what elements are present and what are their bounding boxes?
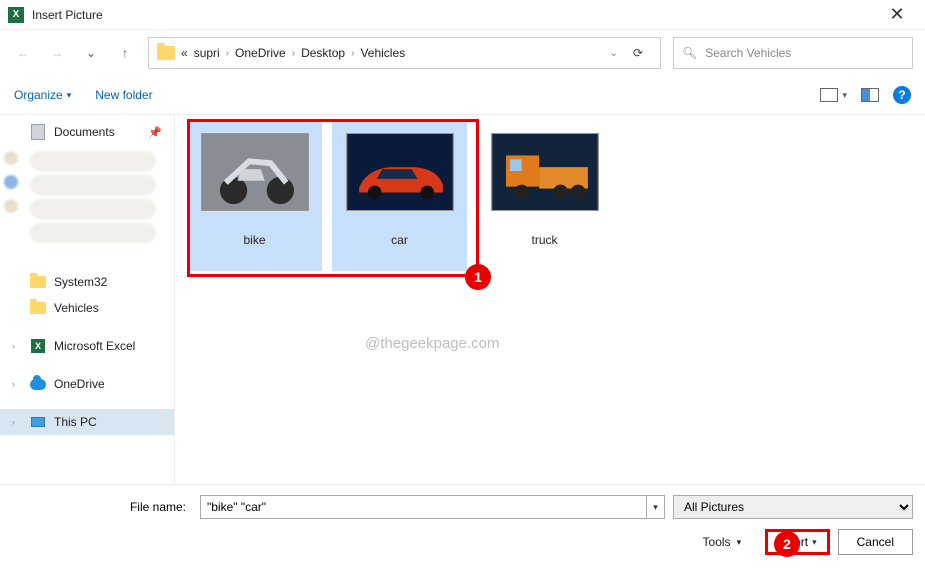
sidebar-item-vehicles[interactable]: Vehicles bbox=[0, 295, 174, 321]
thumbnail bbox=[346, 133, 454, 211]
navigation-pane: Documents 📌 System32 Vehicles › X Micros… bbox=[0, 115, 175, 484]
thumbnail bbox=[491, 133, 599, 211]
breadcrumb-item[interactable]: OneDrive bbox=[235, 46, 286, 60]
file-name: truck bbox=[531, 233, 557, 247]
forward-button[interactable]: → bbox=[46, 42, 68, 64]
chevron-down-icon: ▾ bbox=[67, 90, 72, 101]
breadcrumb-prefix: « bbox=[181, 46, 188, 60]
sidebar-item-documents[interactable]: Documents 📌 bbox=[0, 119, 174, 145]
view-icon bbox=[820, 88, 838, 102]
thumbnail bbox=[201, 133, 309, 211]
organize-label: Organize bbox=[14, 88, 63, 102]
view-mode-button[interactable]: ▾ bbox=[820, 88, 847, 102]
filename-dropdown[interactable]: ▾ bbox=[647, 495, 665, 519]
sidebar-item-label: System32 bbox=[54, 275, 107, 289]
sidebar-item-label: Microsoft Excel bbox=[54, 339, 135, 353]
title-bar: X Insert Picture ✕ bbox=[0, 0, 925, 30]
monitor-icon bbox=[31, 417, 45, 427]
chevron-right-icon: › bbox=[351, 48, 354, 59]
organize-menu[interactable]: Organize ▾ bbox=[14, 88, 71, 102]
chevron-down-icon: ▾ bbox=[812, 537, 817, 548]
breadcrumb-item[interactable]: Vehicles bbox=[360, 46, 405, 60]
sidebar-item-label: This PC bbox=[54, 415, 97, 429]
blurred-item bbox=[30, 223, 156, 243]
breadcrumb-item[interactable]: supri bbox=[194, 46, 220, 60]
address-bar[interactable]: « supri › OneDrive › Desktop › Vehicles … bbox=[148, 37, 661, 69]
filename-input[interactable] bbox=[200, 495, 647, 519]
file-list[interactable]: 1 bike car truck @thegeekpage.c bbox=[175, 115, 925, 484]
sidebar-item-label: Documents bbox=[54, 125, 115, 139]
folder-icon bbox=[30, 276, 46, 288]
tools-label: Tools bbox=[703, 535, 731, 549]
file-item-car[interactable]: car bbox=[332, 121, 467, 271]
annotation-callout: 1 bbox=[465, 264, 491, 290]
window-title: Insert Picture bbox=[32, 8, 103, 22]
blurred-item bbox=[30, 199, 156, 219]
breadcrumb-item[interactable]: Desktop bbox=[301, 46, 345, 60]
recent-dropdown[interactable]: ⌄ bbox=[80, 42, 102, 64]
chevron-right-icon: › bbox=[12, 341, 22, 351]
file-item-truck[interactable]: truck bbox=[477, 121, 612, 271]
sidebar-item-excel[interactable]: › X Microsoft Excel bbox=[0, 333, 174, 359]
file-name: bike bbox=[243, 233, 265, 247]
watermark: @thegeekpage.com bbox=[365, 335, 499, 352]
chevron-right-icon: › bbox=[226, 48, 229, 59]
excel-app-icon: X bbox=[8, 7, 24, 23]
nav-bar: ← → ⌄ ↑ « supri › OneDrive › Desktop › V… bbox=[0, 30, 925, 76]
chevron-right-icon: › bbox=[12, 417, 22, 427]
chevron-down-icon: ▾ bbox=[737, 537, 742, 548]
sidebar-item-system32[interactable]: System32 bbox=[0, 269, 174, 295]
sidebar-item-thispc[interactable]: › This PC bbox=[0, 409, 174, 435]
new-folder-button[interactable]: New folder bbox=[95, 88, 152, 102]
folder-icon bbox=[157, 46, 175, 60]
blurred-item bbox=[30, 175, 156, 195]
search-icon: 🔍︎ bbox=[682, 46, 697, 60]
refresh-button[interactable]: ⟳ bbox=[624, 46, 652, 60]
annotation-callout: 2 bbox=[774, 531, 800, 557]
excel-icon: X bbox=[31, 339, 45, 353]
dialog-footer: File name: ▾ All Pictures Tools ▾ Insert… bbox=[0, 484, 925, 555]
file-item-bike[interactable]: bike bbox=[187, 121, 322, 271]
help-button[interactable]: ? bbox=[893, 86, 911, 104]
cancel-label: Cancel bbox=[857, 535, 894, 549]
tools-menu[interactable]: Tools ▾ bbox=[703, 535, 742, 549]
chevron-right-icon: › bbox=[12, 379, 22, 389]
filename-label: File name: bbox=[12, 500, 192, 514]
toolbar: Organize ▾ New folder ▾ ? bbox=[0, 76, 925, 114]
cloud-icon bbox=[30, 379, 46, 390]
sidebar-item-label: OneDrive bbox=[54, 377, 105, 391]
cancel-button[interactable]: Cancel bbox=[838, 529, 913, 555]
search-input[interactable]: 🔍︎ Search Vehicles bbox=[673, 37, 913, 69]
documents-icon bbox=[31, 124, 45, 140]
pin-icon: 📌 bbox=[148, 126, 162, 139]
sidebar-item-label: Vehicles bbox=[54, 301, 99, 315]
chevron-down-icon: ▾ bbox=[842, 90, 847, 101]
sidebar-item-onedrive[interactable]: › OneDrive bbox=[0, 371, 174, 397]
file-type-filter[interactable]: All Pictures bbox=[673, 495, 913, 519]
blurred-item bbox=[30, 151, 156, 171]
search-placeholder: Search Vehicles bbox=[705, 46, 791, 60]
preview-pane-button[interactable] bbox=[861, 88, 879, 102]
chevron-down-icon[interactable]: ⌄ bbox=[610, 48, 618, 59]
file-name: car bbox=[391, 233, 408, 247]
dialog-body: Documents 📌 System32 Vehicles › X Micros… bbox=[0, 114, 925, 484]
close-button[interactable]: ✕ bbox=[877, 4, 917, 25]
chevron-right-icon: › bbox=[292, 48, 295, 59]
folder-icon bbox=[30, 302, 46, 314]
up-button[interactable]: ↑ bbox=[114, 42, 136, 64]
back-button[interactable]: ← bbox=[12, 42, 34, 64]
